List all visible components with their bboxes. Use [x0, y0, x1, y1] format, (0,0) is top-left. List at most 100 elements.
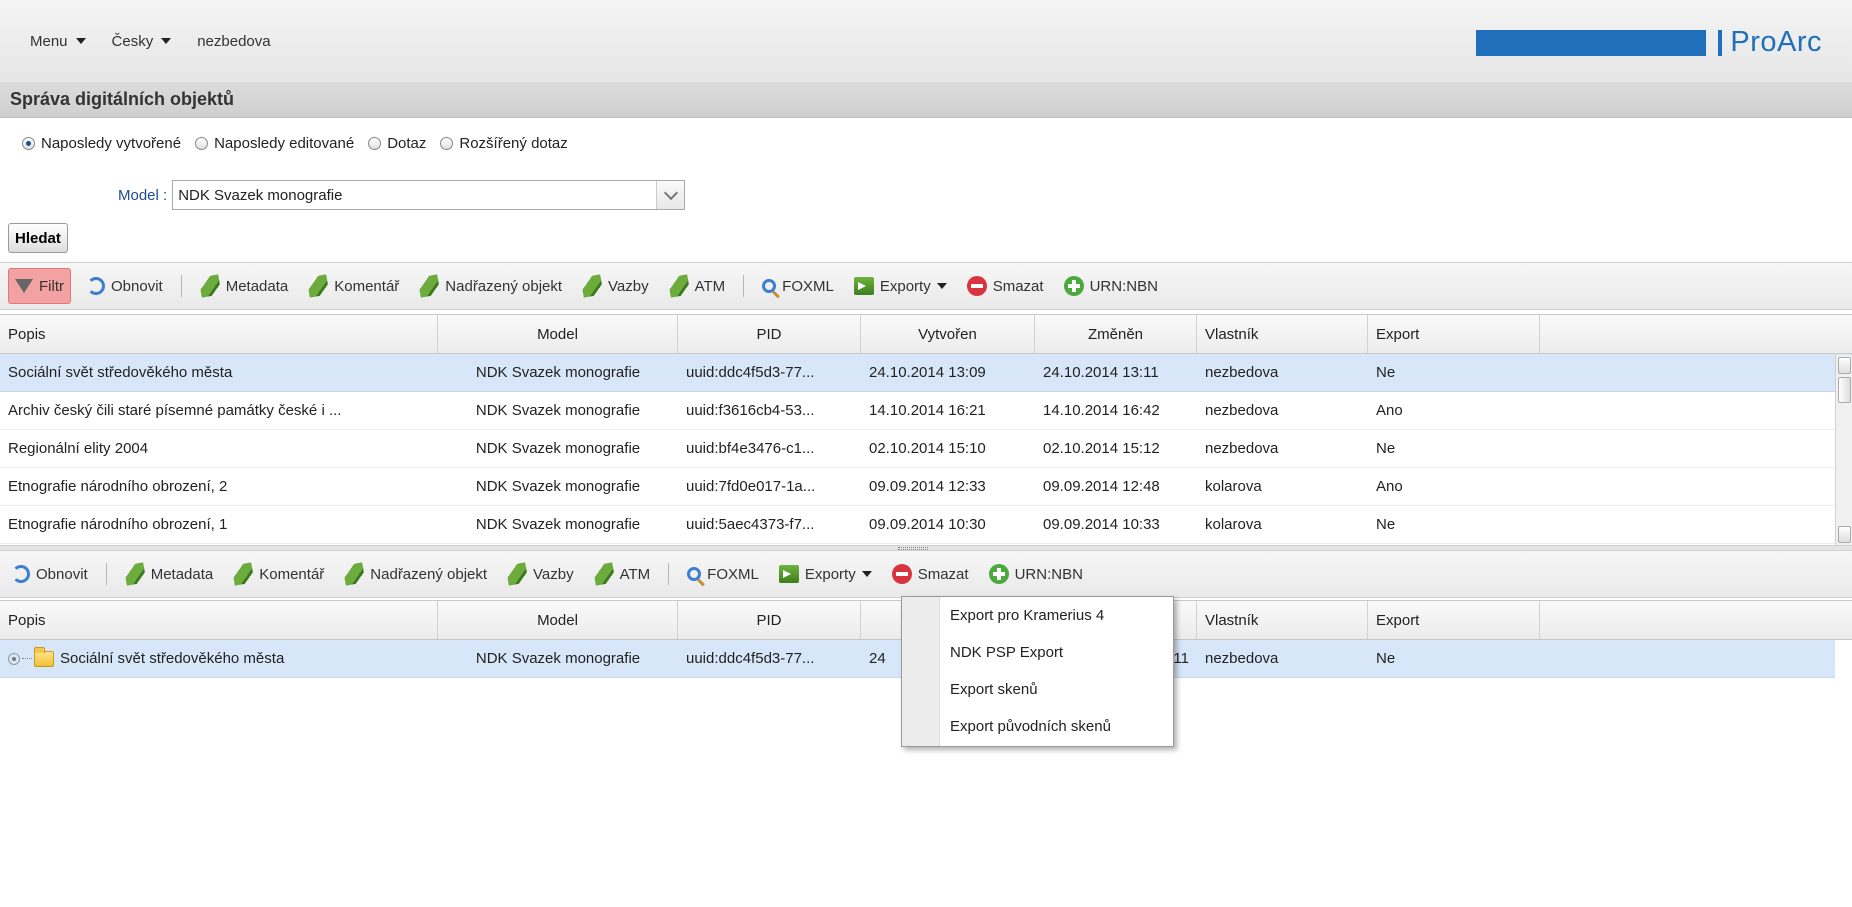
atm-button[interactable]: ATM	[590, 556, 655, 592]
urnnbn-label: URN:NBN	[1089, 277, 1158, 295]
brand-bar	[1476, 29, 1707, 56]
table-row[interactable]: Regionální elity 2004 NDK Svazek monogra…	[0, 430, 1852, 468]
column-header-popis[interactable]: Popis	[0, 601, 438, 639]
delete-button[interactable]: Smazat	[963, 268, 1048, 304]
cell-model: NDK Svazek monografie	[475, 440, 641, 457]
metadata-button[interactable]: Metadata	[121, 556, 218, 592]
pencil-icon	[667, 274, 691, 298]
urnnbn-button[interactable]: URN:NBN	[985, 556, 1087, 592]
column-header-owner[interactable]: Vlastník	[1197, 601, 1368, 639]
toolbar-separator	[180, 275, 182, 297]
radio-advanced-query[interactable]: Rozšířený dotaz	[440, 135, 568, 152]
parent-object-button[interactable]: Nadřazený objekt	[340, 556, 491, 592]
magnifier-icon	[762, 279, 777, 293]
objects-grid: Popis Model PID Vytvořen Změněn Vlastník…	[0, 314, 1852, 544]
table-row[interactable]: Etnografie národního obrození, 2 NDK Sva…	[0, 468, 1852, 506]
cell-export: Ano	[1376, 478, 1403, 495]
refresh-icon	[12, 565, 30, 583]
cell-owner: nezbedova	[1205, 650, 1279, 667]
export-icon	[778, 565, 799, 583]
brand-logo: ProArc	[1476, 26, 1822, 59]
table-row[interactable]: Etnografie národního obrození, 1 NDK Sva…	[0, 506, 1852, 544]
cell-pid: uuid:7fd0e017-1a...	[686, 478, 816, 495]
menu-item-ndk-psp-export[interactable]: NDK PSP Export	[950, 634, 1063, 670]
radio-recently-created[interactable]: Naposledy vytvořené	[22, 135, 181, 152]
column-header-created[interactable]: Vytvořen	[861, 315, 1035, 353]
links-label: Vazby	[533, 565, 574, 583]
refresh-button[interactable]: Obnovit	[8, 556, 92, 592]
cell-pid: uuid:f3616cb4-53...	[686, 402, 815, 419]
column-header-popis[interactable]: Popis	[0, 315, 438, 353]
radio-query[interactable]: Dotaz	[368, 135, 426, 152]
column-header-modified[interactable]: Změněn	[1035, 315, 1197, 353]
top-nav: Menu Česky nezbedova	[0, 33, 271, 50]
cell-export: Ne	[1376, 440, 1396, 457]
exports-button[interactable]: Exporty	[775, 556, 876, 592]
user-link[interactable]: nezbedova	[197, 33, 270, 50]
delete-button[interactable]: Smazat	[888, 556, 973, 592]
scroll-up-icon[interactable]	[1838, 357, 1851, 374]
delete-icon	[891, 564, 912, 584]
add-icon	[988, 564, 1009, 584]
menu-item-export-scans[interactable]: Export skenů	[950, 671, 1038, 707]
scroll-down-icon[interactable]	[1838, 526, 1851, 543]
radio-recently-edited[interactable]: Naposledy editované	[195, 135, 354, 152]
scroll-thumb[interactable]	[1838, 377, 1851, 403]
cell-owner: nezbedova	[1205, 364, 1279, 381]
comment-button[interactable]: Komentář	[304, 268, 403, 304]
radio-label: Rozšířený dotaz	[459, 135, 568, 152]
metadata-button[interactable]: Metadata	[196, 268, 293, 304]
exports-button[interactable]: Exporty	[850, 268, 951, 304]
caret-down-icon	[161, 38, 172, 44]
menu-dropdown[interactable]: Menu	[30, 33, 86, 50]
cell-export: Ne	[1376, 516, 1396, 533]
column-header-model[interactable]: Model	[438, 601, 678, 639]
pencil-icon	[592, 562, 616, 586]
column-header-export[interactable]: Export	[1368, 601, 1540, 639]
model-label: Model :	[118, 186, 168, 204]
radio-label: Naposledy vytvořené	[41, 135, 182, 152]
cell-owner: nezbedova	[1205, 402, 1279, 419]
atm-button[interactable]: ATM	[665, 268, 730, 304]
cell-popis: Archiv český čili staré písemné památky …	[8, 402, 342, 419]
column-header-model[interactable]: Model	[438, 315, 678, 353]
pencil-icon	[580, 274, 604, 298]
search-button[interactable]: Hledat	[8, 223, 68, 253]
user-name: nezbedova	[197, 32, 271, 50]
language-dropdown[interactable]: Česky	[112, 33, 172, 50]
cell-created: 24.10.2014 13:09	[869, 364, 986, 381]
menu-item-export-original-scans[interactable]: Export původních skenů	[950, 708, 1111, 744]
column-header-owner[interactable]: Vlastník	[1197, 315, 1368, 353]
menu-item-export-kramerius[interactable]: Export pro Kramerius 4	[950, 597, 1104, 633]
links-button[interactable]: Vazby	[578, 268, 653, 304]
urnnbn-button[interactable]: URN:NBN	[1060, 268, 1162, 304]
cell-created: 14.10.2014 16:21	[869, 402, 986, 419]
radio-unselected-icon	[195, 137, 209, 150]
table-row[interactable]: Sociální svět středověkého města NDK Sva…	[0, 354, 1852, 392]
parent-object-label: Nadřazený objekt	[370, 565, 488, 583]
chevron-down-icon[interactable]	[656, 181, 685, 209]
radio-label: Dotaz	[387, 135, 427, 152]
foxml-button[interactable]: FOXML	[683, 556, 763, 592]
model-select[interactable]: NDK Svazek monografie	[172, 180, 686, 210]
cell-popis: Etnografie národního obrození, 1	[8, 516, 228, 533]
column-header-pid[interactable]: PID	[678, 601, 861, 639]
filter-button[interactable]: Filtr	[8, 268, 71, 304]
filter-icon	[15, 279, 33, 293]
comment-button[interactable]: Komentář	[229, 556, 328, 592]
column-header-export[interactable]: Export	[1368, 315, 1540, 353]
expand-node-icon[interactable]	[8, 652, 20, 665]
refresh-label: Obnovit	[111, 277, 163, 295]
column-header-pid[interactable]: PID	[678, 315, 861, 353]
search-mode-group: Naposledy vytvořené Naposledy editované …	[22, 135, 568, 152]
foxml-button[interactable]: FOXML	[758, 268, 838, 304]
add-icon	[1063, 276, 1084, 296]
table-row[interactable]: Archiv český čili staré písemné památky …	[0, 392, 1852, 430]
delete-label: Smazat	[992, 277, 1044, 295]
column-header-spacer	[1540, 315, 1852, 353]
links-button[interactable]: Vazby	[503, 556, 578, 592]
parent-object-button[interactable]: Nadřazený objekt	[415, 268, 566, 304]
refresh-button[interactable]: Obnovit	[83, 268, 167, 304]
tree-node-icons	[8, 646, 54, 667]
grid-scrollbar[interactable]	[1835, 355, 1852, 545]
